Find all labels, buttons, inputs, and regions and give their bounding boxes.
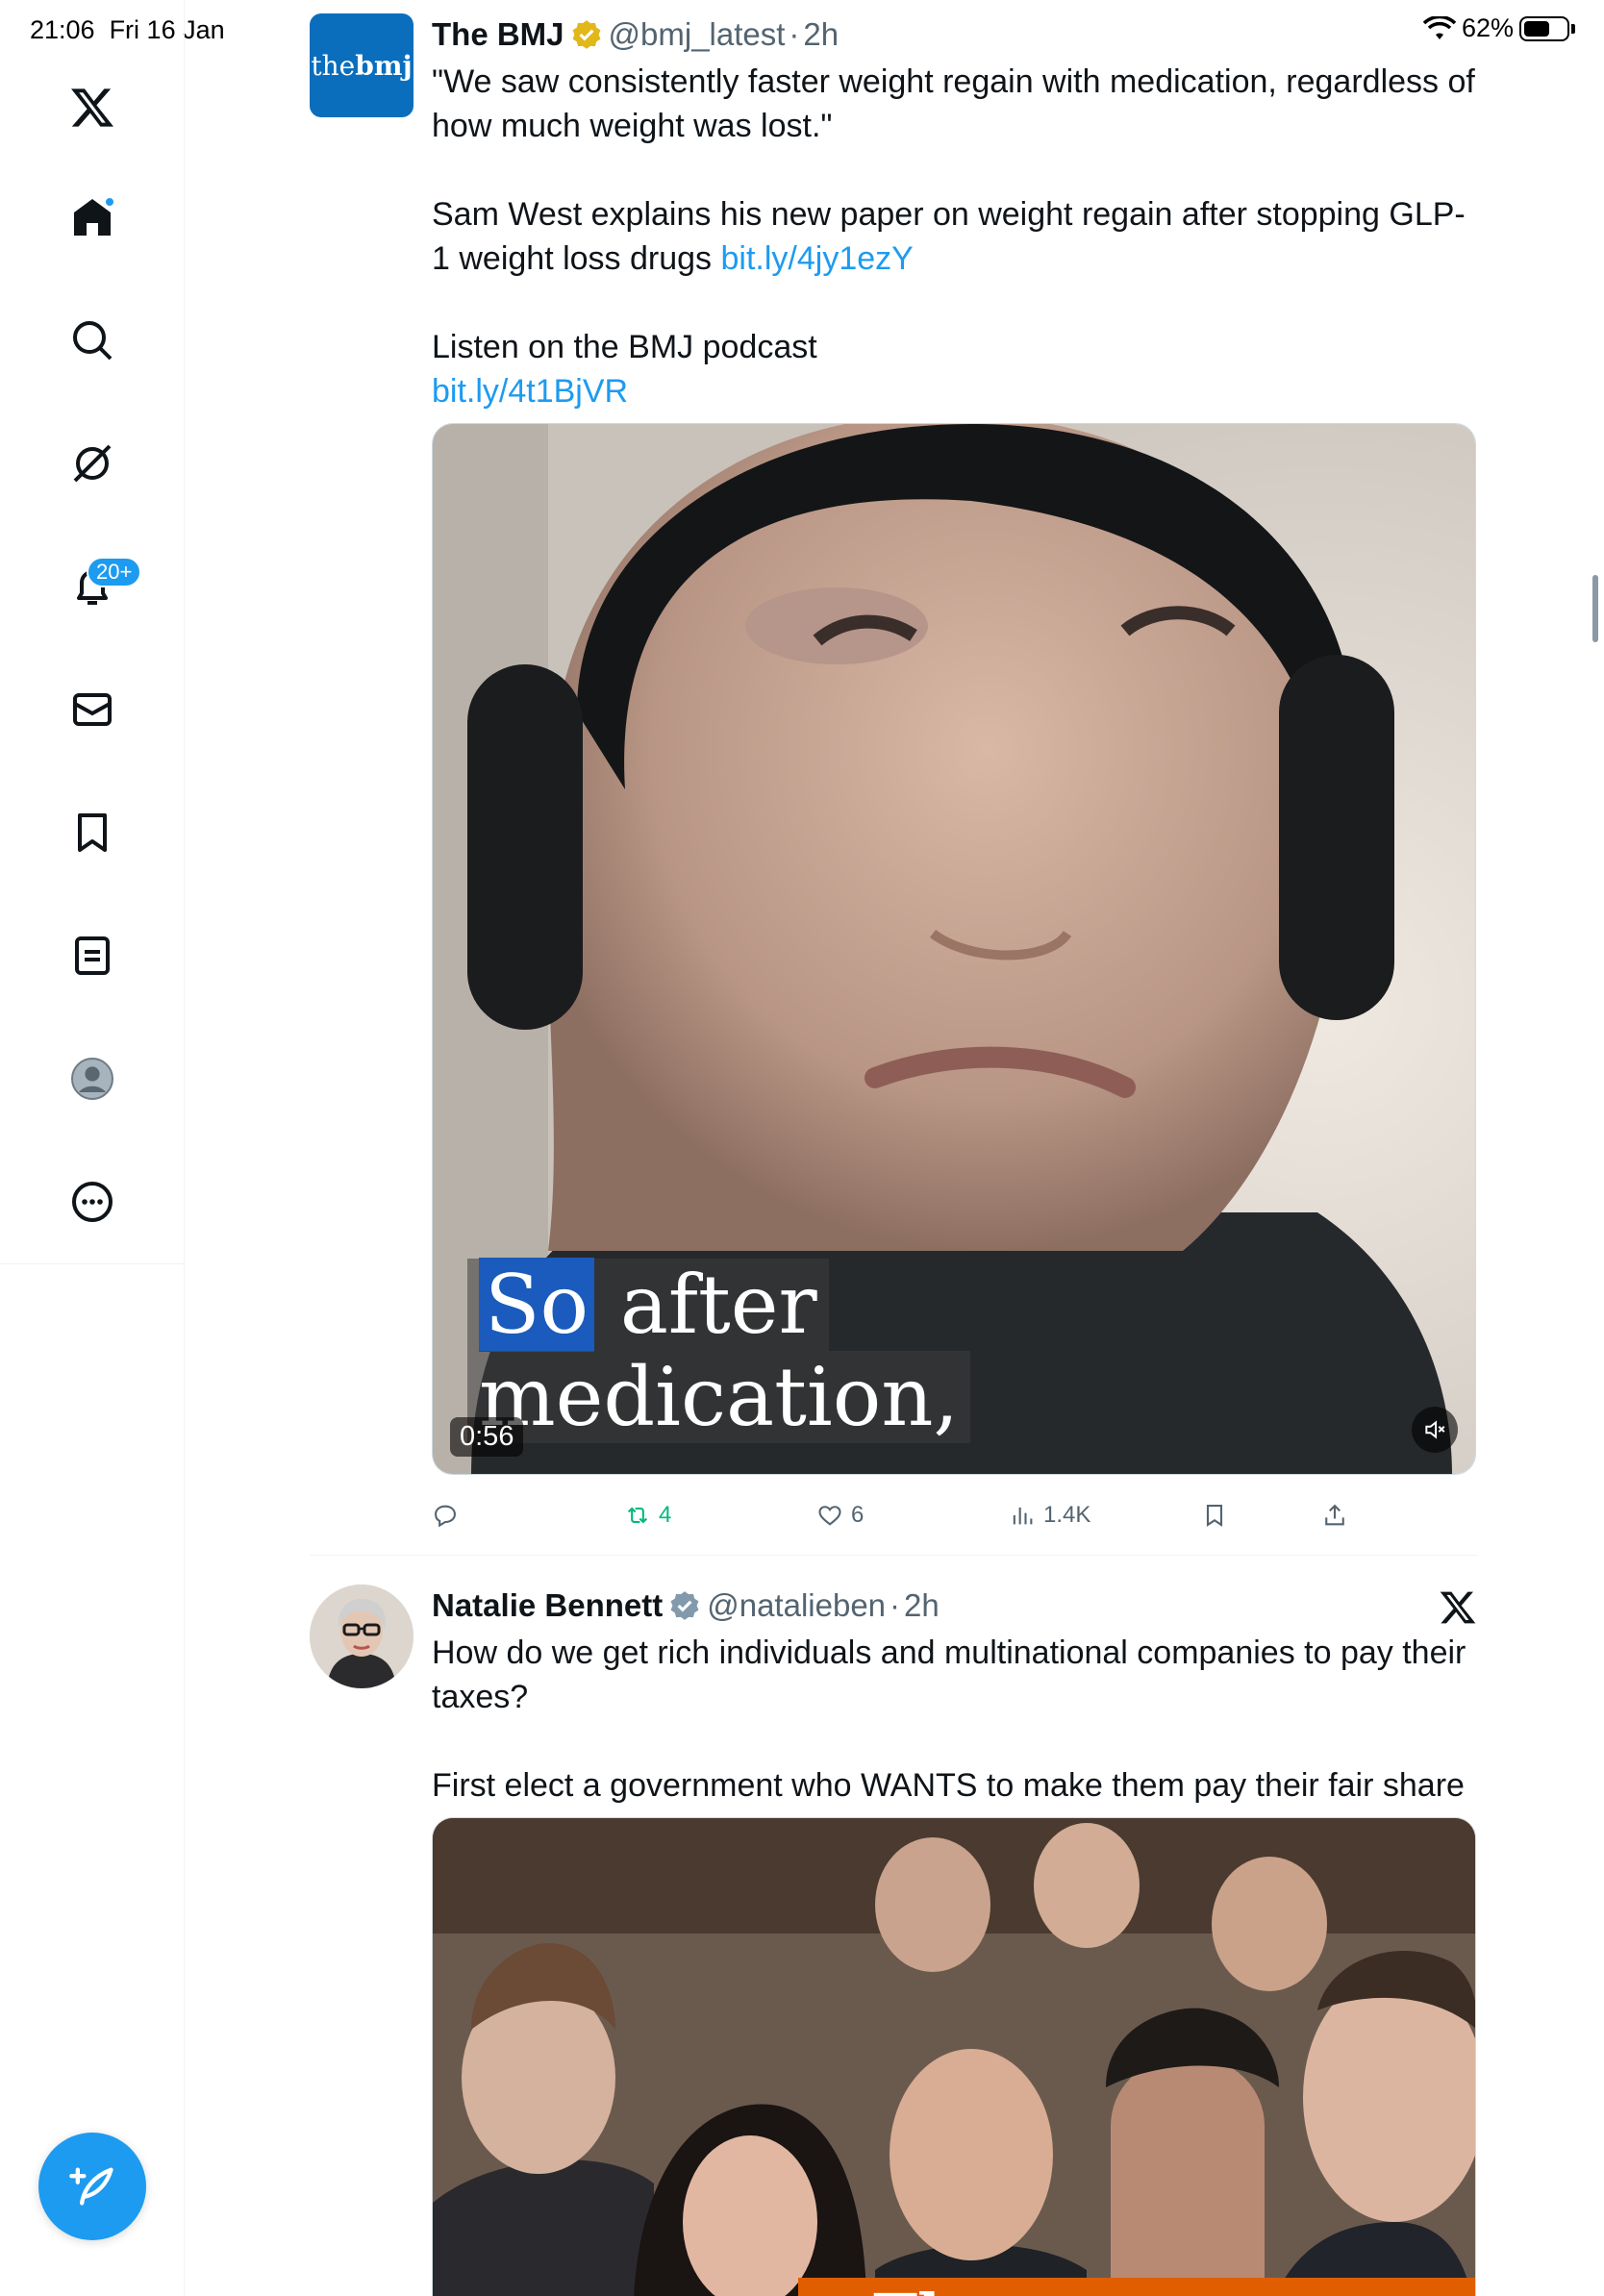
- reply-icon: [435, 1505, 456, 1528]
- avatar-photo: [310, 1585, 414, 1688]
- search-icon[interactable]: [58, 306, 127, 375]
- photo-group-of-people: [433, 1818, 1475, 2296]
- retweet-count: 4: [659, 1502, 672, 1528]
- tweet-podcast-link[interactable]: bit.ly/4t1BjVR: [432, 369, 1477, 413]
- tweet-divider: [310, 1555, 1477, 1556]
- x-logo-icon: [1440, 1591, 1476, 1624]
- tweet-sentence: Sam West explains his new paper on weigh…: [432, 196, 1466, 277]
- handle[interactable]: @natalieben: [707, 1587, 886, 1624]
- compose-icon: [69, 2167, 113, 2206]
- lists-icon[interactable]: [58, 921, 127, 990]
- tweet-podcast-line: Listen on the BMJ podcast: [432, 329, 817, 365]
- timestamp[interactable]: 2h: [904, 1587, 940, 1624]
- profile-icon[interactable]: [58, 1044, 127, 1113]
- separator: ·: [890, 1587, 901, 1623]
- video-player[interactable]: So after medication, 0:56: [432, 423, 1476, 1475]
- home-icon[interactable]: [58, 183, 127, 252]
- tweet-text: "We saw consistently faster weight regai…: [432, 60, 1477, 413]
- bookmark-button[interactable]: [1201, 1502, 1228, 1529]
- avatar[interactable]: [310, 1585, 414, 1688]
- verified-gold-icon: [572, 20, 600, 49]
- home-notification-dot: [104, 196, 115, 208]
- tweet-quote: "We saw consistently faster weight regai…: [432, 63, 1475, 144]
- display-name[interactable]: The BMJ: [432, 16, 564, 53]
- tweet-image[interactable]: The: [432, 1817, 1476, 2296]
- share-button[interactable]: [1321, 1502, 1348, 1529]
- speaker-muted-icon: [1425, 1420, 1445, 1439]
- sidebar: 20+: [0, 0, 185, 2296]
- compose-button[interactable]: [38, 2133, 146, 2240]
- like-button[interactable]: 6: [816, 1502, 864, 1529]
- tweet-header: The BMJ @bmj_latest · 2h: [432, 13, 1477, 56]
- tweet-answer: First elect a government who WANTS to ma…: [432, 1767, 1465, 1804]
- caption-highlight: So: [479, 1258, 595, 1352]
- tweet-text: How do we get rich individuals and multi…: [432, 1631, 1477, 1808]
- avatar-logo-text: thebmj: [311, 49, 413, 82]
- timestamp[interactable]: 2h: [803, 16, 839, 53]
- views-button[interactable]: 1.4K: [1009, 1502, 1090, 1529]
- display-name[interactable]: Natalie Bennett: [432, 1587, 663, 1624]
- verified-grey-icon: [670, 1591, 699, 1620]
- tweet-paragraph: Sam West explains his new paper on weigh…: [432, 192, 1477, 281]
- tweet-link[interactable]: bit.ly/4jy1ezY: [721, 240, 914, 277]
- tweet-header: Natalie Bennett @natalieben · 2h: [432, 1585, 1477, 1627]
- guardian-opinion-banner: The: [798, 2278, 1475, 2296]
- more-icon[interactable]: [58, 1167, 127, 1236]
- like-count: 6: [851, 1502, 865, 1528]
- caption-line-2: medication,: [467, 1351, 971, 1443]
- views-count: 1.4K: [1043, 1502, 1091, 1528]
- separator: ·: [789, 16, 800, 52]
- messages-icon[interactable]: [58, 675, 127, 744]
- notifications-badge: 20+: [87, 557, 142, 587]
- x-logo-icon[interactable]: [58, 73, 127, 142]
- mute-button[interactable]: [1412, 1407, 1458, 1453]
- caption-line-1: after: [619, 1258, 817, 1352]
- reply-button[interactable]: [432, 1502, 466, 1529]
- tweet-actions: 4 6 1.4K: [432, 1485, 1477, 1552]
- analytics-icon: [1013, 1507, 1033, 1525]
- video-caption: So after medication,: [467, 1258, 971, 1443]
- bookmarks-icon[interactable]: [58, 798, 127, 867]
- scrollbar[interactable]: [1592, 575, 1598, 642]
- battery-icon: [1519, 15, 1569, 41]
- heart-icon: [818, 1506, 841, 1526]
- tweet-question: How do we get rich individuals and multi…: [432, 1635, 1466, 1715]
- share-icon: [1325, 1504, 1344, 1526]
- handle[interactable]: @bmj_latest: [609, 16, 786, 53]
- grok-icon[interactable]: [58, 429, 127, 498]
- avatar[interactable]: thebmj: [310, 13, 414, 117]
- sidebar-divider: [0, 1263, 185, 1264]
- retweet-button[interactable]: 4: [624, 1502, 671, 1529]
- bookmark-icon: [1206, 1505, 1223, 1527]
- retweet-icon: [627, 1507, 648, 1524]
- video-duration: 0:56: [450, 1417, 524, 1457]
- notifications-icon[interactable]: 20+: [58, 552, 142, 621]
